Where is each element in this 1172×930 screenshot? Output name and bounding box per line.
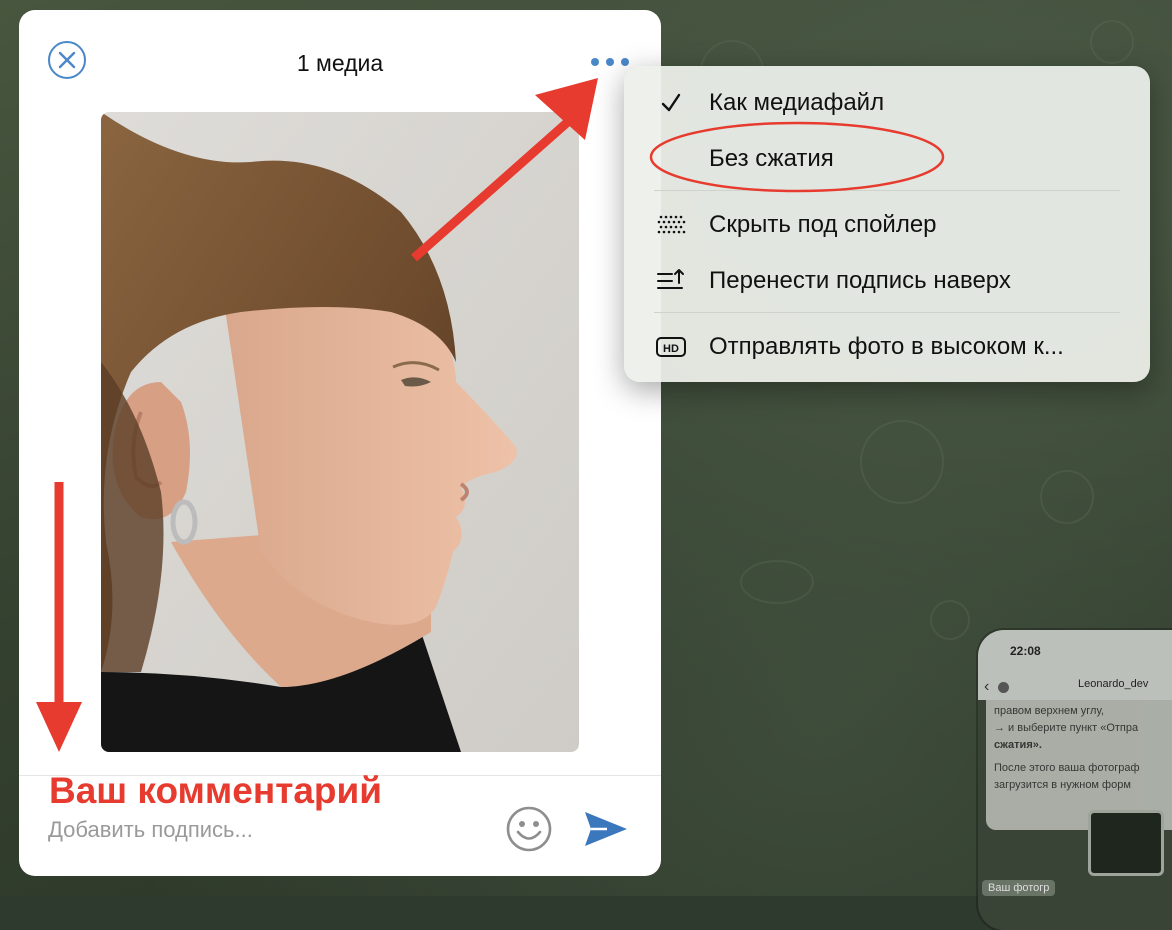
emoji-button[interactable]	[505, 805, 553, 853]
more-dots-icon	[606, 58, 614, 66]
dialog-title: 1 медиа	[296, 50, 384, 76]
caption-input[interactable]	[48, 813, 488, 847]
menu-item-label: Как медиафайл	[709, 89, 885, 116]
svg-text:HD: HD	[663, 343, 679, 355]
send-media-dialog: 1 медиа Ваш комментарий Добавить подпись…	[19, 10, 661, 876]
menu-item-no-compression[interactable]: Без сжатия	[624, 134, 1150, 184]
media-options-menu: Как медиафайл Без сжатия Скрыть под спой…	[624, 66, 1150, 382]
menu-item-label: Отправлять фото в высоком к...	[709, 333, 1064, 360]
menu-divider	[654, 312, 1120, 313]
emoji-icon	[506, 806, 552, 852]
phone-message-line: → и выберите пункт «Отпра	[994, 722, 1139, 734]
avatar	[998, 682, 1009, 693]
menu-item-label: Без сжатия	[709, 145, 834, 172]
menu-divider	[654, 190, 1120, 191]
phone-preview: 22:08 ‹ Leonardo_dev правом верхнем углу…	[978, 630, 1172, 930]
media-preview-image[interactable]	[101, 112, 579, 752]
hd-icon: HD	[654, 333, 688, 361]
more-dots-icon	[621, 58, 629, 66]
menu-item-spoiler[interactable]: Скрыть под спойлер	[624, 200, 1150, 250]
phone-image-thumb	[1088, 810, 1164, 876]
checkmark-icon	[654, 89, 688, 117]
phone-message-line: правом верхнем углу,	[994, 705, 1104, 717]
more-dots-icon	[591, 58, 599, 66]
send-icon	[585, 812, 627, 846]
menu-item-as-media[interactable]: Как медиафайл	[624, 78, 1150, 128]
menu-item-hd-quality[interactable]: HD Отправлять фото в высоком к...	[624, 322, 1150, 372]
menu-item-caption-up[interactable]: Перенести подпись наверх	[624, 256, 1150, 306]
menu-item-label: Перенести подпись наверх	[709, 267, 1011, 294]
back-icon: ‹	[984, 678, 990, 695]
send-button[interactable]	[581, 808, 631, 850]
phone-message-line: сжатия».	[994, 739, 1042, 751]
phone-footer-text: Ваш фотогр	[982, 880, 1056, 896]
comment-annotation-label: Ваш комментарий	[49, 770, 383, 811]
phone-chat-name: Leonardo_dev	[1078, 678, 1149, 690]
phone-message-line: загрузится в нужном форм	[994, 779, 1131, 791]
menu-item-label: Скрыть под спойлер	[709, 211, 937, 238]
phone-time: 22:08	[1010, 644, 1041, 658]
caption-up-icon	[654, 267, 688, 295]
phone-message-line: После этого ваша фотограф	[994, 762, 1140, 774]
more-button[interactable]	[587, 50, 633, 74]
spoiler-dots-icon	[654, 211, 688, 239]
